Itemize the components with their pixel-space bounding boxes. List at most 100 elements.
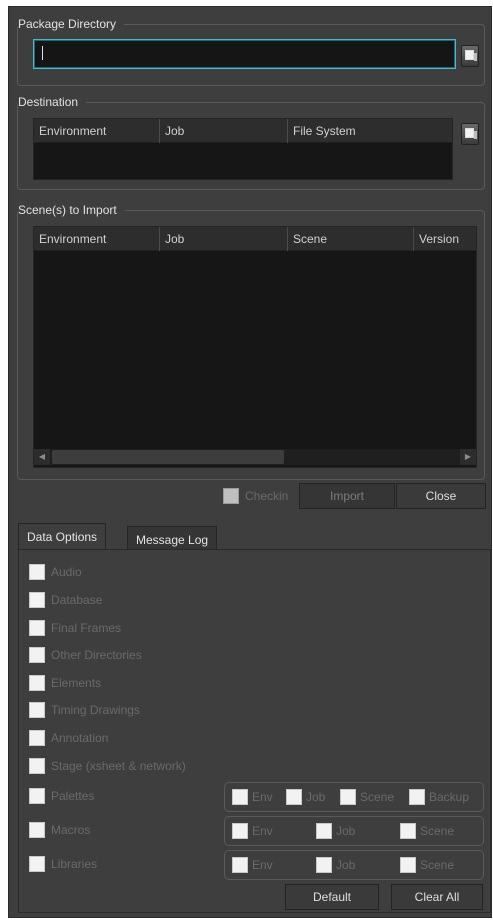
scenes-col-scene[interactable]: Scene [288,227,414,251]
option-audio[interactable]: Audio [29,563,82,581]
libraries-label: Libraries [51,857,98,871]
browse-directory-button[interactable] [461,45,479,67]
palettes-job-option[interactable]: Job [286,789,325,805]
libraries-job-checkbox[interactable] [316,857,332,873]
option-timing-drawings[interactable]: Timing Drawings [29,701,140,719]
option-palettes[interactable]: Palettes [29,787,94,805]
data-options-panel: Audio Database Final Frames Other Direct… [18,549,491,913]
libraries-scene-label: Scene [420,858,455,872]
libraries-env-checkbox[interactable] [232,857,248,873]
destination-col-job[interactable]: Job [160,119,288,143]
palettes-scope-group: Env Job Scene Backup [224,782,484,812]
macros-scene-option[interactable]: Scene [400,823,454,839]
libraries-scope-group: Env Job Scene [224,850,484,880]
close-button[interactable]: Close [396,483,486,509]
scenes-to-import-title: Scene(s) to Import [18,202,125,218]
palettes-env-label: Env [252,790,273,804]
stage-checkbox[interactable] [29,758,45,774]
macros-scene-label: Scene [420,824,455,838]
libraries-job-option[interactable]: Job [316,857,355,873]
palettes-backup-option[interactable]: Backup [409,789,469,805]
scenes-col-job[interactable]: Job [160,227,288,251]
destination-group: Destination Environment Job File System [17,94,485,190]
scenes-table-header: Environment Job Scene Version [34,227,476,251]
annotation-checkbox[interactable] [29,730,45,746]
scenes-table[interactable]: Environment Job Scene Version ◀ ▶ [33,226,477,468]
destination-col-filesystem[interactable]: File System [288,119,452,143]
libraries-scene-option[interactable]: Scene [400,857,454,873]
scenes-col-version[interactable]: Version [414,227,476,251]
libraries-scene-checkbox[interactable] [400,857,416,873]
macros-job-label: Job [336,824,356,838]
macros-env-label: Env [252,824,273,838]
scroll-right-icon[interactable]: ▶ [460,449,476,465]
text-caret [42,46,43,60]
option-final-frames[interactable]: Final Frames [29,619,121,637]
palettes-scene-checkbox[interactable] [340,789,356,805]
palettes-job-label: Job [306,790,326,804]
database-checkbox[interactable] [29,592,45,608]
checkin-checkbox[interactable] [223,488,239,504]
database-label: Database [51,593,103,607]
option-libraries[interactable]: Libraries [29,855,97,873]
package-directory-title: Package Directory [18,16,125,32]
audio-label: Audio [51,565,82,579]
palettes-scene-option[interactable]: Scene [340,789,394,805]
tab-data-options[interactable]: Data Options [18,523,107,551]
annotation-label: Annotation [51,731,109,745]
package-directory-group: Package Directory [17,16,485,86]
macros-scene-checkbox[interactable] [400,823,416,839]
macros-label: Macros [51,823,91,837]
browse-destination-button[interactable] [461,123,479,145]
palettes-env-option[interactable]: Env [232,789,273,805]
option-annotation[interactable]: Annotation [29,729,108,747]
macros-checkbox[interactable] [29,822,45,838]
package-directory-input[interactable] [33,39,456,69]
macros-env-option[interactable]: Env [232,823,273,839]
libraries-job-label: Job [336,858,356,872]
option-macros[interactable]: Macros [29,821,90,839]
other-directories-label: Other Directories [51,648,142,662]
scenes-horizontal-scrollbar[interactable]: ◀ ▶ [34,449,476,465]
palettes-scene-label: Scene [360,790,395,804]
import-button[interactable]: Import [299,483,395,509]
destination-table-header: Environment Job File System [34,119,452,143]
palettes-backup-label: Backup [429,790,470,804]
scroll-left-icon[interactable]: ◀ [34,449,50,465]
macros-env-checkbox[interactable] [232,823,248,839]
destination-title: Destination [18,94,87,110]
elements-label: Elements [51,676,102,690]
libraries-env-label: Env [252,858,273,872]
scenes-col-environment[interactable]: Environment [34,227,160,251]
default-button[interactable]: Default [285,884,379,910]
option-database[interactable]: Database [29,591,102,609]
timing-drawings-checkbox[interactable] [29,702,45,718]
libraries-checkbox[interactable] [29,856,45,872]
palettes-env-checkbox[interactable] [232,789,248,805]
macros-job-checkbox[interactable] [316,823,332,839]
audio-checkbox[interactable] [29,564,45,580]
import-package-dialog: Package Directory Destination Environmen… [8,6,492,918]
elements-checkbox[interactable] [29,675,45,691]
option-stage[interactable]: Stage (xsheet & network) [29,757,186,775]
macros-job-option[interactable]: Job [316,823,355,839]
browse-icon [465,128,477,139]
scenes-to-import-group: Scene(s) to Import Environment Job Scene… [17,202,485,480]
checkin-label: Checkin [245,489,289,503]
browse-icon [465,50,477,61]
destination-col-environment[interactable]: Environment [34,119,160,143]
other-directories-checkbox[interactable] [29,647,45,663]
final-frames-checkbox[interactable] [29,620,45,636]
libraries-env-option[interactable]: Env [232,857,273,873]
palettes-checkbox[interactable] [29,788,45,804]
clear-all-button[interactable]: Clear All [391,884,483,910]
scrollbar-thumb[interactable] [52,450,284,464]
palettes-job-checkbox[interactable] [286,789,302,805]
stage-label: Stage (xsheet & network) [51,759,186,773]
checkin-checkbox-row[interactable]: Checkin [223,487,288,505]
option-other-directories[interactable]: Other Directories [29,646,142,664]
destination-table[interactable]: Environment Job File System [33,118,453,180]
option-elements[interactable]: Elements [29,674,101,692]
macros-scope-group: Env Job Scene [224,816,484,846]
palettes-backup-checkbox[interactable] [409,789,425,805]
